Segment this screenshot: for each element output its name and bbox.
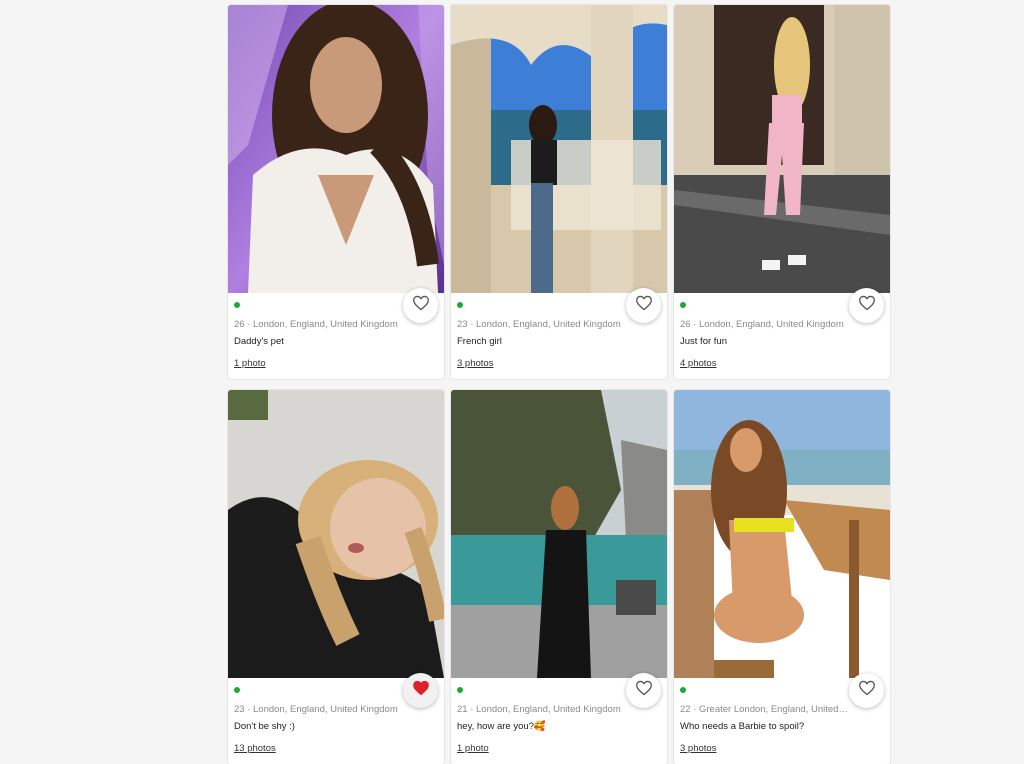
profile-photo[interactable] [228, 390, 444, 678]
profile-info: 21 · London, England, United Kingdom hey… [457, 687, 621, 756]
profile-meta: 26 · London, England, United Kingdom [234, 319, 398, 330]
profile-caption: Who needs a Barbie to spoil? [680, 721, 805, 732]
online-status-dot [234, 687, 240, 693]
profile-photo[interactable] [228, 5, 444, 293]
heart-outline-icon [858, 295, 876, 316]
online-status-dot [457, 302, 463, 308]
photos-count-link[interactable]: 3 photos [457, 358, 493, 369]
profile-card[interactable]: 21 · London, England, United Kingdom hey… [451, 390, 667, 764]
profile-caption: hey, how are you?🥰 [457, 721, 546, 732]
heart-outline-icon [412, 295, 430, 316]
profile-info: 22 · Greater London, England, United… Wh… [680, 687, 848, 756]
favorite-button[interactable] [403, 288, 438, 323]
online-status-dot [680, 687, 686, 693]
photos-count-link[interactable]: 1 photo [234, 358, 266, 369]
profile-meta: 23 · London, England, United Kingdom [457, 319, 621, 330]
favorite-button[interactable] [626, 673, 661, 708]
profile-meta: 23 · London, England, United Kingdom [234, 704, 398, 715]
profile-card[interactable]: 22 · Greater London, England, United… Wh… [674, 390, 890, 764]
profile-card[interactable]: 23 · London, England, United Kingdom Fre… [451, 5, 667, 379]
profile-grid: 26 · London, England, United Kingdom Dad… [228, 5, 890, 764]
profile-meta: 22 · Greater London, England, United… [680, 704, 848, 715]
favorite-button[interactable] [403, 673, 438, 708]
online-status-dot [234, 302, 240, 308]
profile-info: 26 · London, England, United Kingdom Dad… [234, 302, 398, 371]
photos-count-link[interactable]: 13 photos [234, 743, 276, 754]
profile-photo[interactable] [674, 5, 890, 293]
profile-info: 23 · London, England, United Kingdom Fre… [457, 302, 621, 371]
profile-info: 26 · London, England, United Kingdom Jus… [680, 302, 844, 371]
profile-photo[interactable] [674, 390, 890, 678]
profile-card[interactable]: 23 · London, England, United Kingdom Don… [228, 390, 444, 764]
favorite-button[interactable] [849, 673, 884, 708]
profile-meta: 21 · London, England, United Kingdom [457, 704, 621, 715]
profile-meta: 26 · London, England, United Kingdom [680, 319, 844, 330]
online-status-dot [680, 302, 686, 308]
profile-card[interactable]: 26 · London, England, United Kingdom Dad… [228, 5, 444, 379]
profile-caption: Don't be shy :) [234, 721, 295, 732]
profile-photo[interactable] [451, 390, 667, 678]
profile-caption: French girl [457, 336, 502, 347]
online-status-dot [457, 687, 463, 693]
heart-outline-icon [635, 680, 653, 701]
photos-count-link[interactable]: 3 photos [680, 743, 716, 754]
photos-count-link[interactable]: 4 photos [680, 358, 716, 369]
heart-outline-icon [858, 680, 876, 701]
profile-caption: Just for fun [680, 336, 727, 347]
profile-info: 23 · London, England, United Kingdom Don… [234, 687, 398, 756]
profile-caption: Daddy's pet [234, 336, 284, 347]
favorite-button[interactable] [849, 288, 884, 323]
heart-outline-icon [635, 295, 653, 316]
profile-photo[interactable] [451, 5, 667, 293]
photos-count-link[interactable]: 1 photo [457, 743, 489, 754]
heart-filled-icon [412, 680, 430, 701]
profile-card[interactable]: 26 · London, England, United Kingdom Jus… [674, 5, 890, 379]
favorite-button[interactable] [626, 288, 661, 323]
